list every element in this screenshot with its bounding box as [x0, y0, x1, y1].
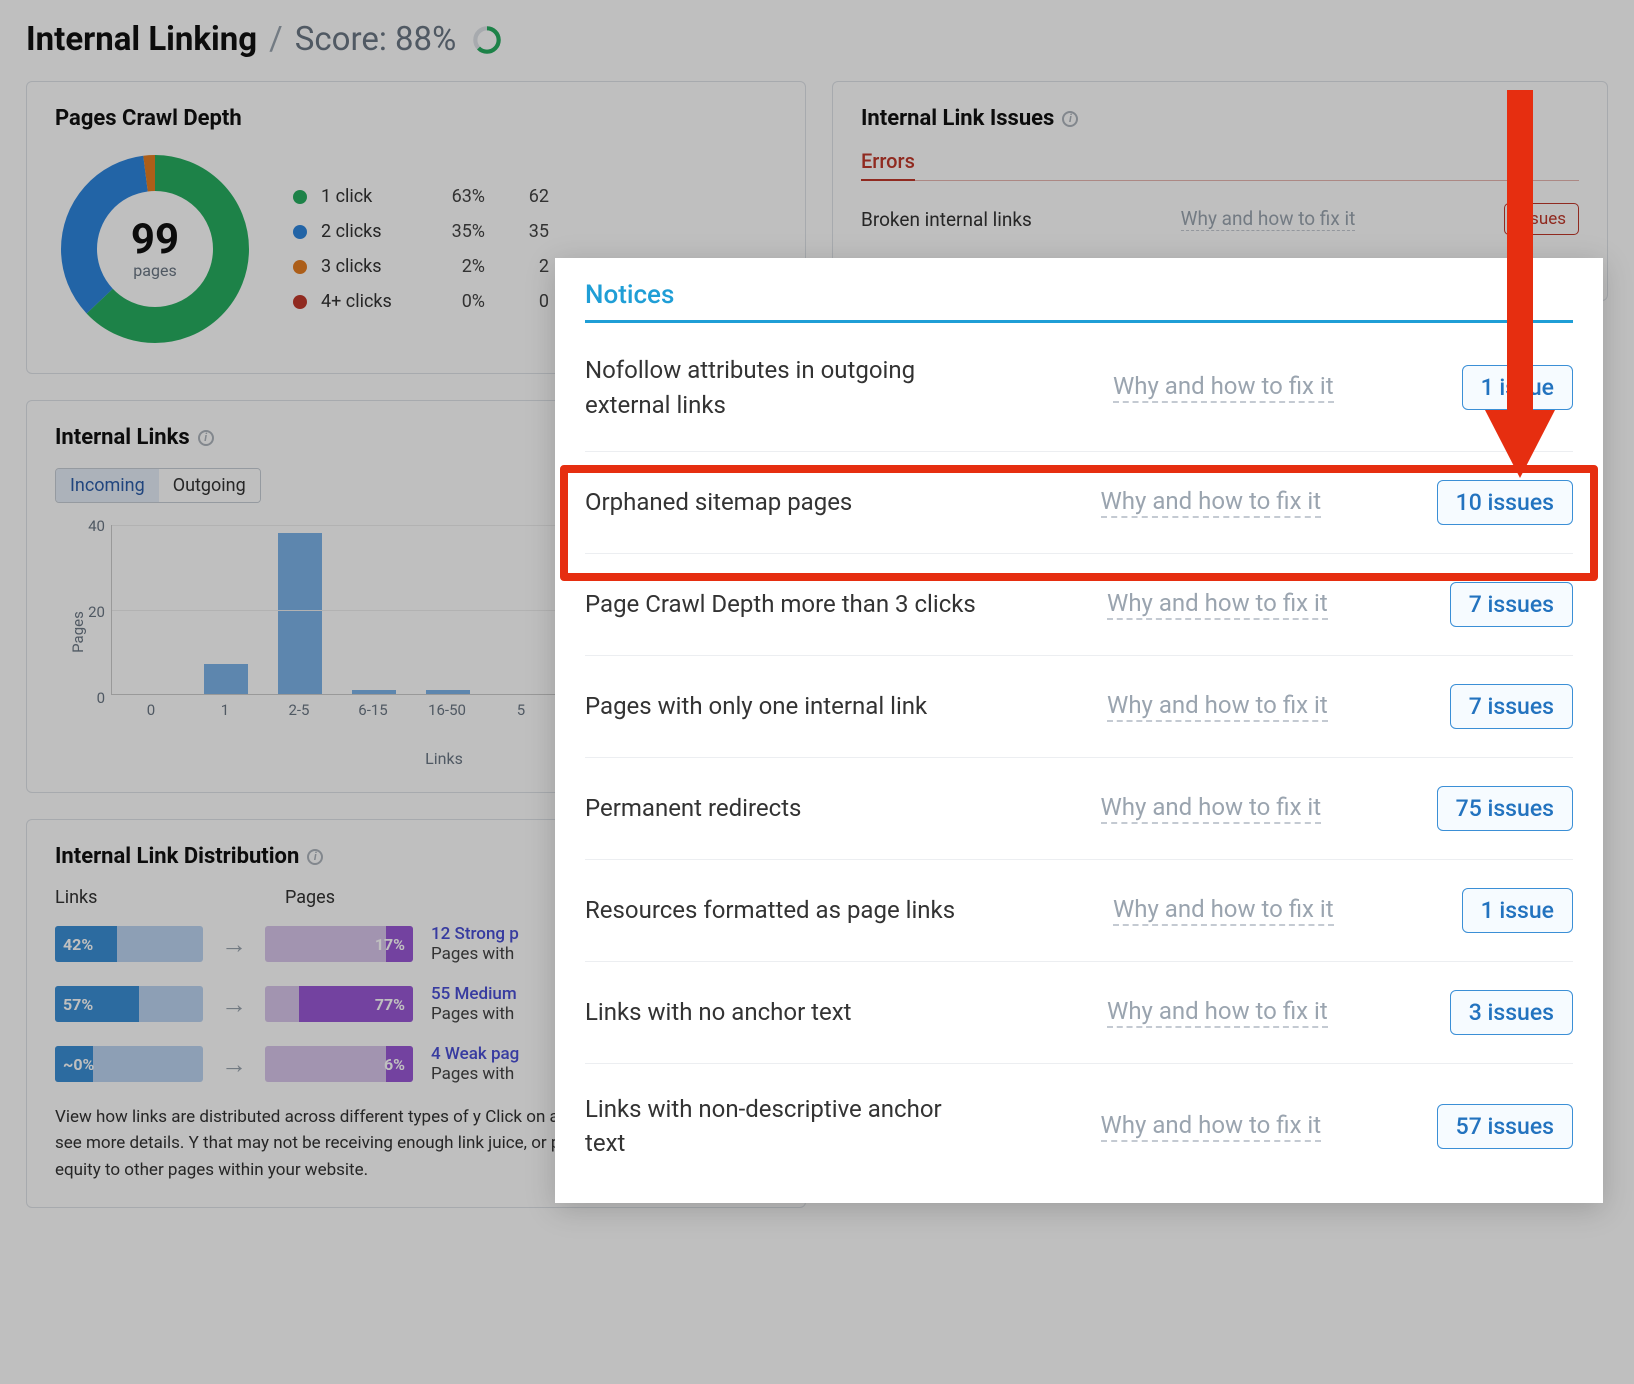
notice-row: Links with non-descriptive anchor text Wh… — [585, 1064, 1573, 1190]
notice-name: Links with no anchor text — [585, 995, 985, 1030]
notice-row: Nofollow attributes in outgoing external… — [585, 325, 1573, 452]
fix-link[interactable]: Why and how to fix it — [1101, 487, 1322, 518]
fix-link[interactable]: Why and how to fix it — [1107, 691, 1328, 722]
issue-count-pill[interactable]: 1 issue — [1462, 365, 1573, 410]
notice-row: Links with no anchor text Why and how to … — [585, 962, 1573, 1064]
issue-count-pill[interactable]: 1 issue — [1462, 888, 1573, 933]
notice-row: Resources formatted as page links Why and… — [585, 860, 1573, 962]
issue-count-pill[interactable]: 57 issues — [1437, 1104, 1573, 1149]
notice-name: Pages with only one internal link — [585, 689, 985, 724]
fix-link[interactable]: Why and how to fix it — [1113, 895, 1334, 926]
fix-link[interactable]: Why and how to fix it — [1107, 997, 1328, 1028]
fix-link[interactable]: Why and how to fix it — [1101, 1111, 1322, 1142]
notices-panel: Notices Nofollow attributes in outgoing … — [555, 258, 1603, 1203]
notice-name: Resources formatted as page links — [585, 893, 985, 928]
fix-link[interactable]: Why and how to fix it — [1107, 589, 1328, 620]
notice-row: Pages with only one internal link Why and… — [585, 656, 1573, 758]
issue-count-pill[interactable]: 10 issues — [1437, 480, 1573, 525]
notice-name: Orphaned sitemap pages — [585, 485, 985, 520]
notice-row: Page Crawl Depth more than 3 clicks Why a… — [585, 554, 1573, 656]
notice-row: Orphaned sitemap pages Why and how to fix… — [585, 452, 1573, 554]
fix-link[interactable]: Why and how to fix it — [1113, 372, 1334, 403]
notice-row: Permanent redirects Why and how to fix it… — [585, 758, 1573, 860]
notices-title: Notices — [585, 280, 1573, 320]
issue-count-pill[interactable]: 7 issues — [1450, 582, 1573, 627]
fix-link[interactable]: Why and how to fix it — [1101, 793, 1322, 824]
issue-count-pill[interactable]: 3 issues — [1450, 990, 1573, 1035]
notice-name: Nofollow attributes in outgoing external… — [585, 353, 985, 423]
issue-count-pill[interactable]: 7 issues — [1450, 684, 1573, 729]
issue-count-pill[interactable]: 75 issues — [1437, 786, 1573, 831]
notice-name: Links with non-descriptive anchor text — [585, 1092, 985, 1162]
notice-name: Permanent redirects — [585, 791, 985, 826]
notice-name: Page Crawl Depth more than 3 clicks — [585, 587, 985, 622]
